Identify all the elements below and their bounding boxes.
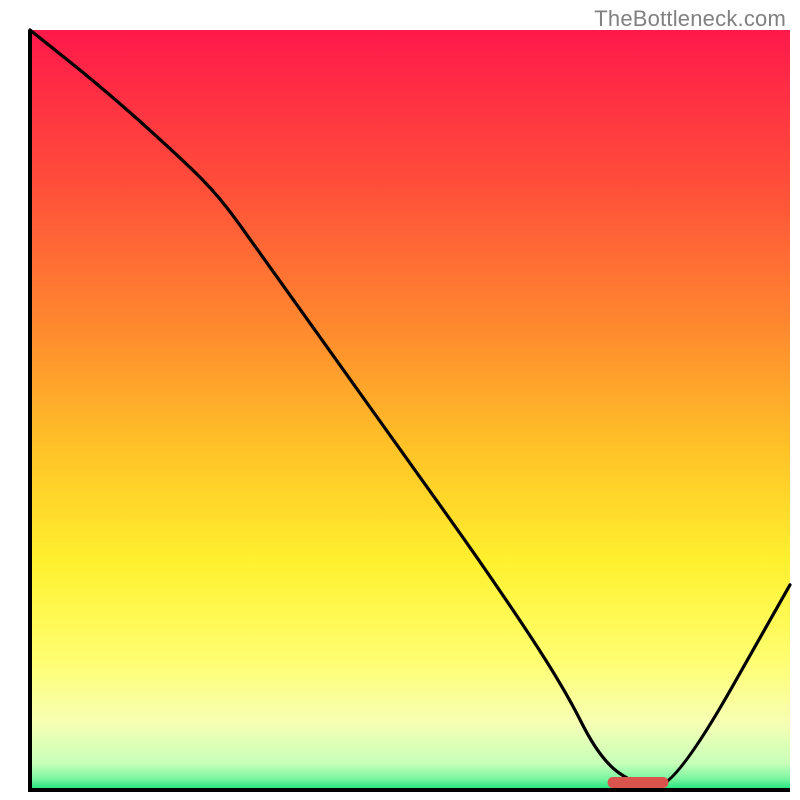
plot-background (30, 30, 790, 790)
optimal-point-marker (608, 777, 669, 788)
chart-container: TheBottleneck.com (0, 0, 800, 800)
bottleneck-chart (0, 0, 800, 800)
